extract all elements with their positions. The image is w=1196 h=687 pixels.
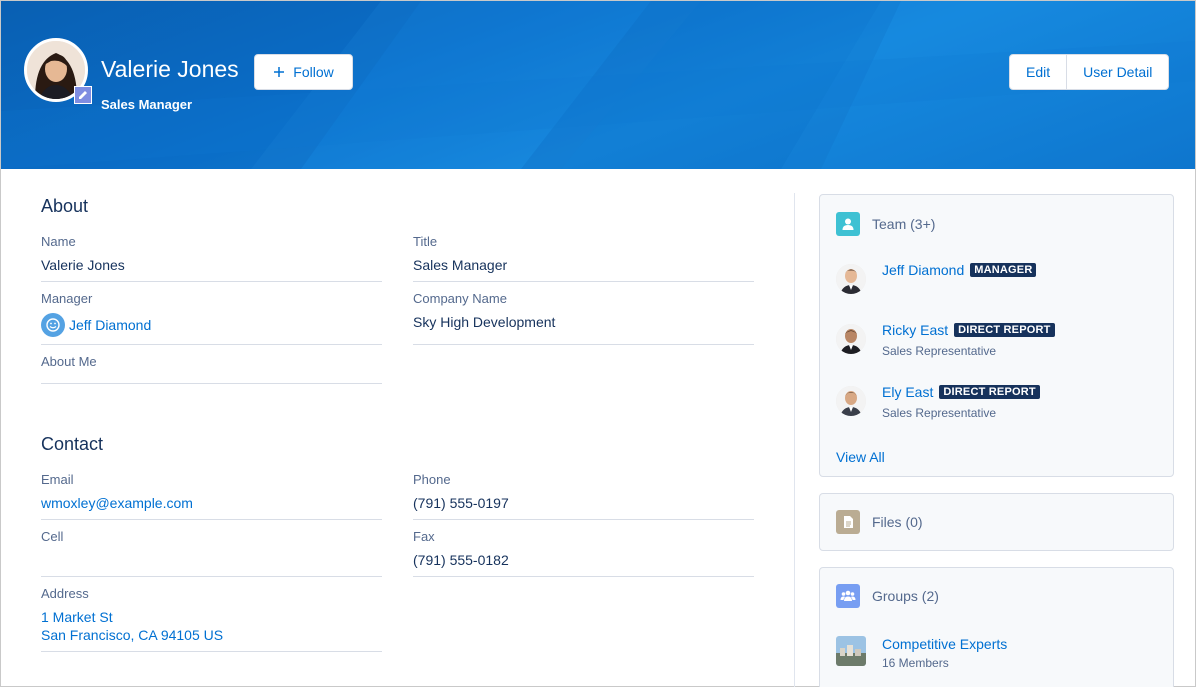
address-line1: 1 Market St [41, 609, 113, 625]
member-avatar [836, 386, 866, 416]
user-avatar-icon [41, 313, 65, 337]
files-title: Files (0) [872, 514, 923, 530]
manager-label: Manager [41, 291, 93, 306]
team-card: Team (3+) Jeff Diamond MANAGER Ricky Eas… [819, 194, 1174, 477]
member-info: Jeff Diamond MANAGER [882, 262, 1037, 278]
group-info: Competitive Experts 16 Members [882, 636, 1007, 670]
name-label: Name [41, 234, 76, 249]
manager-value: Jeff Diamond [69, 317, 152, 333]
title-field: Title Sales Manager [413, 234, 754, 282]
email-label: Email [41, 472, 74, 487]
address-label: Address [41, 586, 89, 601]
email-link[interactable]: wmoxley@example.com [41, 494, 382, 512]
team-icon [836, 212, 860, 236]
contact-heading: Contact [41, 434, 104, 454]
phone-field: Phone (791) 555-0197 [413, 472, 754, 520]
title-value: Sales Manager [413, 257, 508, 273]
fax-field: Fax (791) 555-0182 [413, 529, 754, 577]
view-all-link[interactable]: View All [836, 449, 885, 465]
file-icon [836, 510, 860, 534]
profile-header: Valerie Jones Sales Manager Follow Edit … [1, 1, 1195, 169]
title-label: Title [413, 234, 438, 249]
team-member-ely-east[interactable]: Ely East DIRECT REPORT Sales Representat… [836, 384, 1040, 420]
header-actions: Edit User Detail [1009, 54, 1170, 90]
files-card-header[interactable]: Files (0) [836, 510, 923, 534]
user-detail-button[interactable]: User Detail [1066, 55, 1168, 89]
member-name[interactable]: Ely East [882, 384, 933, 400]
group-member-count: 16 Members [882, 656, 949, 670]
about-me-label: About Me [41, 354, 97, 369]
name-field: Name Valerie Jones [41, 234, 382, 282]
phone-label: Phone [413, 472, 451, 487]
team-member-jeff-diamond[interactable]: Jeff Diamond MANAGER [836, 262, 1037, 294]
member-name[interactable]: Jeff Diamond [882, 262, 964, 278]
direct-report-badge: DIRECT REPORT [939, 385, 1040, 399]
direct-report-badge: DIRECT REPORT [954, 323, 1055, 337]
manager-field: Manager Jeff Diamond [41, 291, 382, 345]
company-label: Company Name [413, 291, 507, 306]
team-title: Team (3+) [872, 216, 936, 232]
groups-title: Groups (2) [872, 588, 939, 604]
plus-icon [274, 67, 285, 77]
groups-card-header[interactable]: Groups (2) [836, 584, 939, 608]
groups-card: Groups (2) Competitive Experts 16 Member… [819, 567, 1174, 687]
member-info: Ely East DIRECT REPORT Sales Representat… [882, 384, 1040, 420]
address-link[interactable]: 1 Market St San Francisco, CA 94105 US [41, 608, 382, 644]
column-divider [794, 193, 795, 687]
company-value: Sky High Development [413, 314, 556, 330]
member-info: Ricky East DIRECT REPORT Sales Represent… [882, 322, 1055, 358]
manager-badge: MANAGER [970, 263, 1037, 277]
group-thumbnail [836, 636, 866, 666]
follow-button[interactable]: Follow [254, 54, 353, 90]
member-role: Sales Representative [882, 406, 997, 420]
name-value: Valerie Jones [41, 257, 125, 273]
follow-label: Follow [293, 64, 334, 80]
fax-value: (791) 555-0182 [413, 552, 509, 568]
profile-title: Sales Manager [101, 97, 193, 112]
about-heading: About [41, 196, 89, 216]
manager-link[interactable]: Jeff Diamond [41, 313, 382, 337]
cell-field: Cell [41, 529, 382, 577]
address-field: Address 1 Market St San Francisco, CA 94… [41, 586, 382, 652]
member-role: Sales Representative [882, 344, 997, 358]
profile-avatar[interactable] [24, 38, 92, 104]
files-card: Files (0) [819, 493, 1174, 551]
edit-button[interactable]: Edit [1010, 55, 1066, 89]
profile-name: Valerie Jones [101, 56, 239, 82]
team-card-header[interactable]: Team (3+) [836, 212, 935, 236]
avatar-edit-icon[interactable] [74, 86, 92, 104]
group-name[interactable]: Competitive Experts [882, 636, 1007, 652]
cell-label: Cell [41, 529, 64, 544]
groups-icon [836, 584, 860, 608]
fax-label: Fax [413, 529, 435, 544]
member-name[interactable]: Ricky East [882, 322, 948, 338]
team-member-ricky-east[interactable]: Ricky East DIRECT REPORT Sales Represent… [836, 322, 1055, 358]
group-item-competitive-experts[interactable]: Competitive Experts 16 Members [836, 636, 1007, 670]
member-avatar [836, 264, 866, 294]
company-field: Company Name Sky High Development [413, 291, 754, 345]
address-line2: San Francisco, CA 94105 US [41, 627, 224, 643]
member-avatar [836, 324, 866, 354]
email-field: Email wmoxley@example.com [41, 472, 382, 520]
about-me-field: About Me [41, 354, 382, 384]
phone-value: (791) 555-0197 [413, 495, 509, 511]
